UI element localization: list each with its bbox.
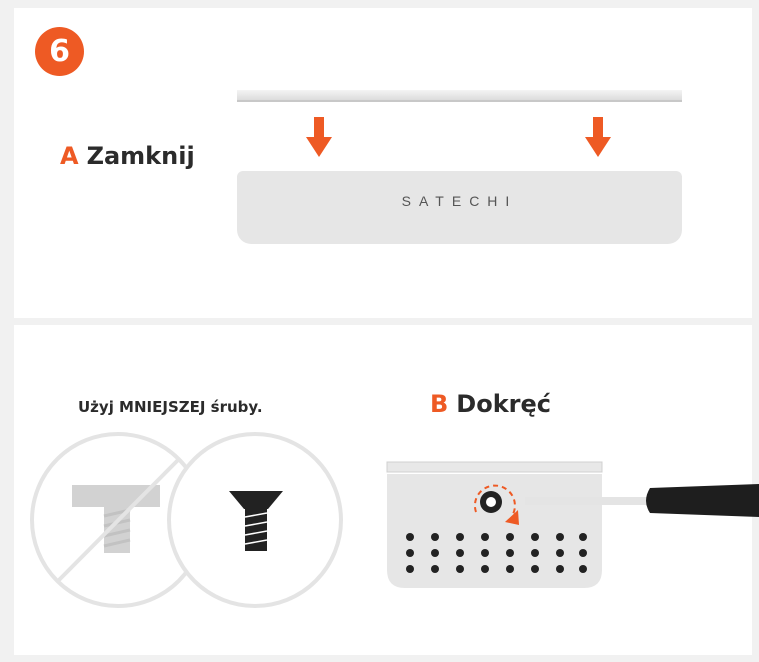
section-a-heading: A Zamknij <box>60 142 195 170</box>
down-arrow-icon <box>585 117 611 157</box>
section-b-letter: B <box>430 390 449 418</box>
section-a-letter: A <box>60 142 79 170</box>
enclosure-body: SATECHI <box>237 171 682 244</box>
section-b-label: Dokręć <box>456 390 552 418</box>
step-panel-bottom <box>14 325 752 655</box>
down-arrow-icon <box>306 117 332 157</box>
enclosure-lid <box>237 90 682 102</box>
section-b-heading: B Dokręć <box>430 390 551 418</box>
screw-instruction-caption: Użyj MNIEJSZEJ śruby. <box>78 398 263 416</box>
brand-logo-text: SATECHI <box>401 193 518 209</box>
section-a-label: Zamknij <box>86 142 195 170</box>
step-number-badge: 6 <box>35 27 84 76</box>
